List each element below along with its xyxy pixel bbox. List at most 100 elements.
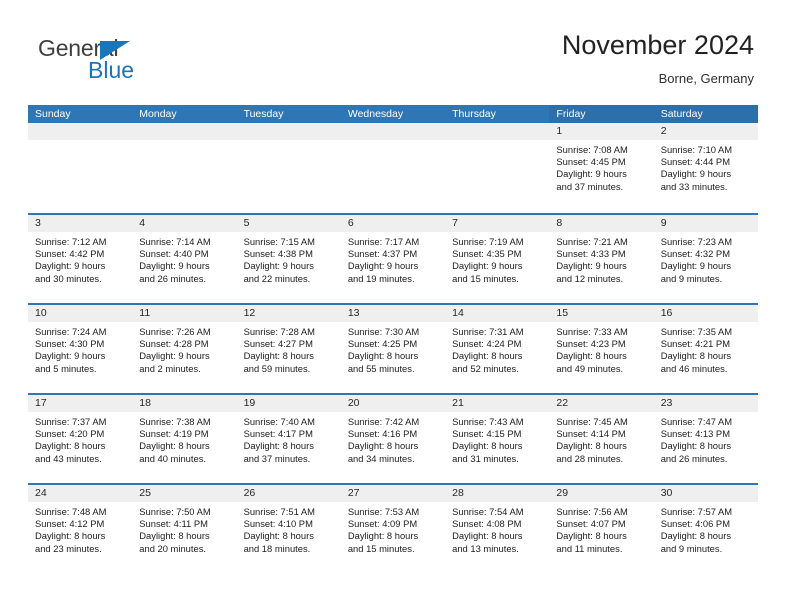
day-cell-29[interactable]: 29 Sunrise: 7:56 AM Sunset: 4:07 PM Dayligh… bbox=[549, 485, 654, 573]
day-cell-21[interactable]: 21 Sunrise: 7:43 AM Sunset: 4:15 PM Dayligh… bbox=[445, 395, 550, 483]
day-details: Sunrise: 7:21 AM Sunset: 4:33 PM Daylight:… bbox=[549, 232, 653, 285]
day-number: 28 bbox=[445, 485, 550, 502]
calendar-page: General Blue November 2024 Borne, German… bbox=[0, 0, 792, 612]
day-details: Sunrise: 7:30 AM Sunset: 4:25 PM Daylight:… bbox=[341, 322, 445, 375]
sunrise-text: Sunrise: 7:43 AM bbox=[452, 416, 524, 427]
daylight-text-line1: Daylight: 8 hours bbox=[660, 350, 732, 362]
day-cell-9[interactable]: 9 Sunrise: 7:23 AM Sunset: 4:32 PM Daylight… bbox=[653, 215, 758, 303]
calendar-cell: 5 Sunrise: 7:15 AM Sunset: 4:38 PM Daylight… bbox=[236, 215, 341, 303]
weekday-header-cell: Friday bbox=[549, 105, 654, 123]
day-cell-25[interactable]: 25 Sunrise: 7:50 AM Sunset: 4:11 PM Dayligh… bbox=[132, 485, 237, 573]
day-cell-16[interactable]: 16 Sunrise: 7:35 AM Sunset: 4:21 PM Dayligh… bbox=[653, 305, 758, 393]
day-cell-19[interactable]: 19 Sunrise: 7:40 AM Sunset: 4:17 PM Dayligh… bbox=[236, 395, 341, 483]
day-cell-30[interactable]: 30 Sunrise: 7:57 AM Sunset: 4:06 PM Dayligh… bbox=[653, 485, 758, 573]
day-cell-4[interactable]: 4 Sunrise: 7:14 AM Sunset: 4:40 PM Daylight… bbox=[132, 215, 237, 303]
daylight-text-line2: and 34 minutes. bbox=[347, 452, 415, 464]
day-number: 20 bbox=[340, 395, 446, 412]
day-details: Sunrise: 7:33 AM Sunset: 4:23 PM Daylight:… bbox=[549, 322, 653, 375]
day-cell-empty bbox=[340, 123, 446, 211]
brand-logo[interactable]: General Blue bbox=[38, 36, 238, 88]
day-cell-15[interactable]: 15 Sunrise: 7:33 AM Sunset: 4:23 PM Dayligh… bbox=[549, 305, 654, 393]
day-details: Sunrise: 7:47 AM Sunset: 4:13 PM Daylight:… bbox=[654, 412, 758, 465]
daylight-text-line2: and 46 minutes. bbox=[660, 362, 728, 374]
calendar-weeks: 1 Sunrise: 7:08 AM Sunset: 4:45 PM Daylight… bbox=[28, 123, 758, 573]
weekday-header-cell: Monday bbox=[132, 105, 237, 123]
day-details: Sunrise: 7:10 AM Sunset: 4:44 PM Daylight:… bbox=[654, 140, 758, 193]
weekday-header-cell: Sunday bbox=[28, 105, 133, 123]
daylight-text-line2: and 28 minutes. bbox=[556, 452, 624, 464]
daylight-text-line1: Daylight: 8 hours bbox=[243, 350, 314, 362]
sunset-text: Sunset: 4:23 PM bbox=[556, 338, 626, 350]
calendar-cell: 17 Sunrise: 7:37 AM Sunset: 4:20 PM Dayligh… bbox=[28, 395, 133, 483]
day-cell-27[interactable]: 27 Sunrise: 7:53 AM Sunset: 4:09 PM Dayligh… bbox=[340, 485, 446, 573]
page-title: November 2024 bbox=[561, 30, 754, 60]
day-details: Sunrise: 7:42 AM Sunset: 4:16 PM Daylight:… bbox=[341, 412, 445, 465]
day-cell-24[interactable]: 24 Sunrise: 7:48 AM Sunset: 4:12 PM Dayligh… bbox=[28, 485, 133, 573]
day-cell-13[interactable]: 13 Sunrise: 7:30 AM Sunset: 4:25 PM Dayligh… bbox=[340, 305, 446, 393]
weekday-header-tuesday: Tuesday bbox=[236, 105, 341, 123]
day-number: 17 bbox=[28, 395, 133, 412]
day-cell-20[interactable]: 20 Sunrise: 7:42 AM Sunset: 4:16 PM Dayligh… bbox=[340, 395, 446, 483]
sunset-text: Sunset: 4:37 PM bbox=[347, 248, 418, 260]
calendar-cell: 3 Sunrise: 7:12 AM Sunset: 4:42 PM Daylight… bbox=[28, 215, 133, 303]
day-cell-28[interactable]: 28 Sunrise: 7:54 AM Sunset: 4:08 PM Dayligh… bbox=[445, 485, 550, 573]
calendar-cell bbox=[445, 123, 550, 213]
sunrise-text: Sunrise: 7:08 AM bbox=[556, 144, 628, 155]
daylight-text-line2: and 23 minutes. bbox=[35, 542, 102, 554]
weekday-header-row: Sunday Monday Tuesday Wednesday Thursday Frid… bbox=[28, 105, 758, 123]
day-number: 13 bbox=[340, 305, 446, 322]
daylight-text-line1: Daylight: 8 hours bbox=[452, 440, 523, 452]
calendar-cell: 11 Sunrise: 7:26 AM Sunset: 4:28 PM Dayligh… bbox=[132, 305, 237, 393]
day-cell-11[interactable]: 11 Sunrise: 7:26 AM Sunset: 4:28 PM Dayligh… bbox=[132, 305, 237, 393]
calendar-cell: 28 Sunrise: 7:54 AM Sunset: 4:08 PM Dayligh… bbox=[445, 485, 550, 573]
calendar-cell: 19 Sunrise: 7:40 AM Sunset: 4:17 PM Dayligh… bbox=[236, 395, 341, 483]
day-cell-8[interactable]: 8 Sunrise: 7:21 AM Sunset: 4:33 PM Daylight… bbox=[549, 215, 654, 303]
daylight-text-line1: Daylight: 9 hours bbox=[660, 260, 732, 272]
day-number bbox=[445, 123, 550, 140]
day-cell-18[interactable]: 18 Sunrise: 7:38 AM Sunset: 4:19 PM Dayligh… bbox=[132, 395, 237, 483]
daylight-text-line1: Daylight: 9 hours bbox=[452, 260, 523, 272]
day-number bbox=[28, 123, 133, 140]
calendar-cell: 12 Sunrise: 7:28 AM Sunset: 4:27 PM Dayligh… bbox=[236, 305, 341, 393]
day-cell-12[interactable]: 12 Sunrise: 7:28 AM Sunset: 4:27 PM Dayligh… bbox=[236, 305, 341, 393]
sunrise-text: Sunrise: 7:24 AM bbox=[35, 326, 107, 337]
day-number: 26 bbox=[236, 485, 341, 502]
sunset-text: Sunset: 4:30 PM bbox=[35, 338, 105, 350]
daylight-text-line2: and 33 minutes. bbox=[660, 180, 728, 192]
calendar-cell: 30 Sunrise: 7:57 AM Sunset: 4:06 PM Dayligh… bbox=[653, 485, 758, 573]
day-cell-22[interactable]: 22 Sunrise: 7:45 AM Sunset: 4:14 PM Dayligh… bbox=[549, 395, 654, 483]
day-cell-1[interactable]: 1 Sunrise: 7:08 AM Sunset: 4:45 PM Daylight… bbox=[549, 123, 654, 211]
daylight-text-line2: and 52 minutes. bbox=[452, 362, 519, 374]
daylight-text-line2: and 20 minutes. bbox=[139, 542, 206, 554]
daylight-text-line2: and 55 minutes. bbox=[347, 362, 415, 374]
day-cell-5[interactable]: 5 Sunrise: 7:15 AM Sunset: 4:38 PM Daylight… bbox=[236, 215, 341, 303]
day-cell-7[interactable]: 7 Sunrise: 7:19 AM Sunset: 4:35 PM Daylight… bbox=[445, 215, 550, 303]
sunrise-text: Sunrise: 7:42 AM bbox=[347, 416, 420, 427]
day-details: Sunrise: 7:51 AM Sunset: 4:10 PM Daylight:… bbox=[237, 502, 341, 555]
day-number: 11 bbox=[132, 305, 237, 322]
day-number: 22 bbox=[549, 395, 654, 412]
day-cell-14[interactable]: 14 Sunrise: 7:31 AM Sunset: 4:24 PM Dayligh… bbox=[445, 305, 550, 393]
daylight-text-line1: Daylight: 9 hours bbox=[35, 350, 106, 362]
sunrise-text: Sunrise: 7:40 AM bbox=[243, 416, 315, 427]
day-cell-26[interactable]: 26 Sunrise: 7:51 AM Sunset: 4:10 PM Dayligh… bbox=[236, 485, 341, 573]
day-details: Sunrise: 7:48 AM Sunset: 4:12 PM Daylight:… bbox=[28, 502, 132, 555]
calendar-cell: 2 Sunrise: 7:10 AM Sunset: 4:44 PM Daylight… bbox=[653, 123, 758, 213]
day-number: 21 bbox=[445, 395, 550, 412]
sunset-text: Sunset: 4:27 PM bbox=[243, 338, 313, 350]
sunset-text: Sunset: 4:19 PM bbox=[139, 428, 209, 440]
day-cell-6[interactable]: 6 Sunrise: 7:17 AM Sunset: 4:37 PM Daylight… bbox=[340, 215, 446, 303]
day-details: Sunrise: 7:17 AM Sunset: 4:37 PM Daylight:… bbox=[341, 232, 445, 285]
sunrise-text: Sunrise: 7:48 AM bbox=[35, 506, 107, 517]
calendar-cell bbox=[28, 123, 133, 213]
day-cell-2[interactable]: 2 Sunrise: 7:10 AM Sunset: 4:44 PM Daylight… bbox=[653, 123, 758, 211]
day-cell-10[interactable]: 10 Sunrise: 7:24 AM Sunset: 4:30 PM Dayligh… bbox=[28, 305, 133, 393]
day-cell-23[interactable]: 23 Sunrise: 7:47 AM Sunset: 4:13 PM Dayligh… bbox=[653, 395, 758, 483]
day-cell-17[interactable]: 17 Sunrise: 7:37 AM Sunset: 4:20 PM Dayligh… bbox=[28, 395, 133, 483]
day-cell-3[interactable]: 3 Sunrise: 7:12 AM Sunset: 4:42 PM Daylight… bbox=[28, 215, 133, 303]
day-number: 4 bbox=[132, 215, 237, 232]
calendar-cell: 7 Sunrise: 7:19 AM Sunset: 4:35 PM Daylight… bbox=[445, 215, 550, 303]
daylight-text-line1: Daylight: 8 hours bbox=[35, 530, 106, 542]
sunrise-text: Sunrise: 7:14 AM bbox=[139, 236, 211, 247]
daylight-text-line2: and 2 minutes. bbox=[139, 362, 201, 374]
